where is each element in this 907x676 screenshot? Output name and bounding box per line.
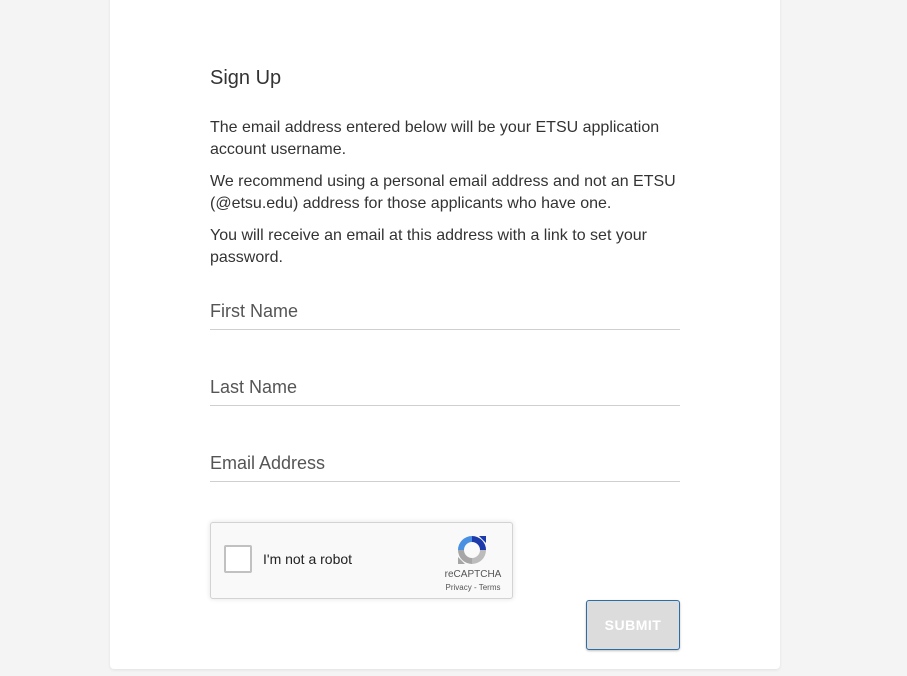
- last-name-field: [210, 369, 680, 406]
- first-name-field: [210, 293, 680, 330]
- recaptcha-icon: [458, 536, 486, 564]
- recaptcha-label: I'm not a robot: [263, 551, 353, 567]
- recaptcha-link-separator: -: [471, 583, 479, 592]
- info-paragraph-username: The email address entered below will be …: [210, 119, 660, 158]
- recaptcha-terms-link[interactable]: Terms: [479, 583, 501, 592]
- page-title: Sign Up: [210, 67, 282, 89]
- recaptcha-widget: I'm not a robot reCAPTCHA Privacy - Term…: [210, 522, 513, 599]
- email-input[interactable]: [210, 448, 680, 478]
- email-field: [210, 445, 680, 482]
- recaptcha-checkbox[interactable]: [224, 545, 252, 573]
- last-name-input[interactable]: [210, 372, 680, 402]
- recaptcha-links: Privacy - Terms: [429, 583, 517, 592]
- submit-button[interactable]: SUBMIT: [586, 600, 680, 650]
- info-paragraph-password: You will receive an email at this addres…: [210, 227, 647, 266]
- recaptcha-brand: reCAPTCHA: [444, 569, 502, 580]
- first-name-input[interactable]: [210, 296, 680, 326]
- info-paragraph-recommendation: We recommend using a personal email addr…: [210, 173, 676, 212]
- signup-card: Sign Up The email address entered below …: [110, 0, 780, 669]
- recaptcha-privacy-link[interactable]: Privacy: [446, 583, 472, 592]
